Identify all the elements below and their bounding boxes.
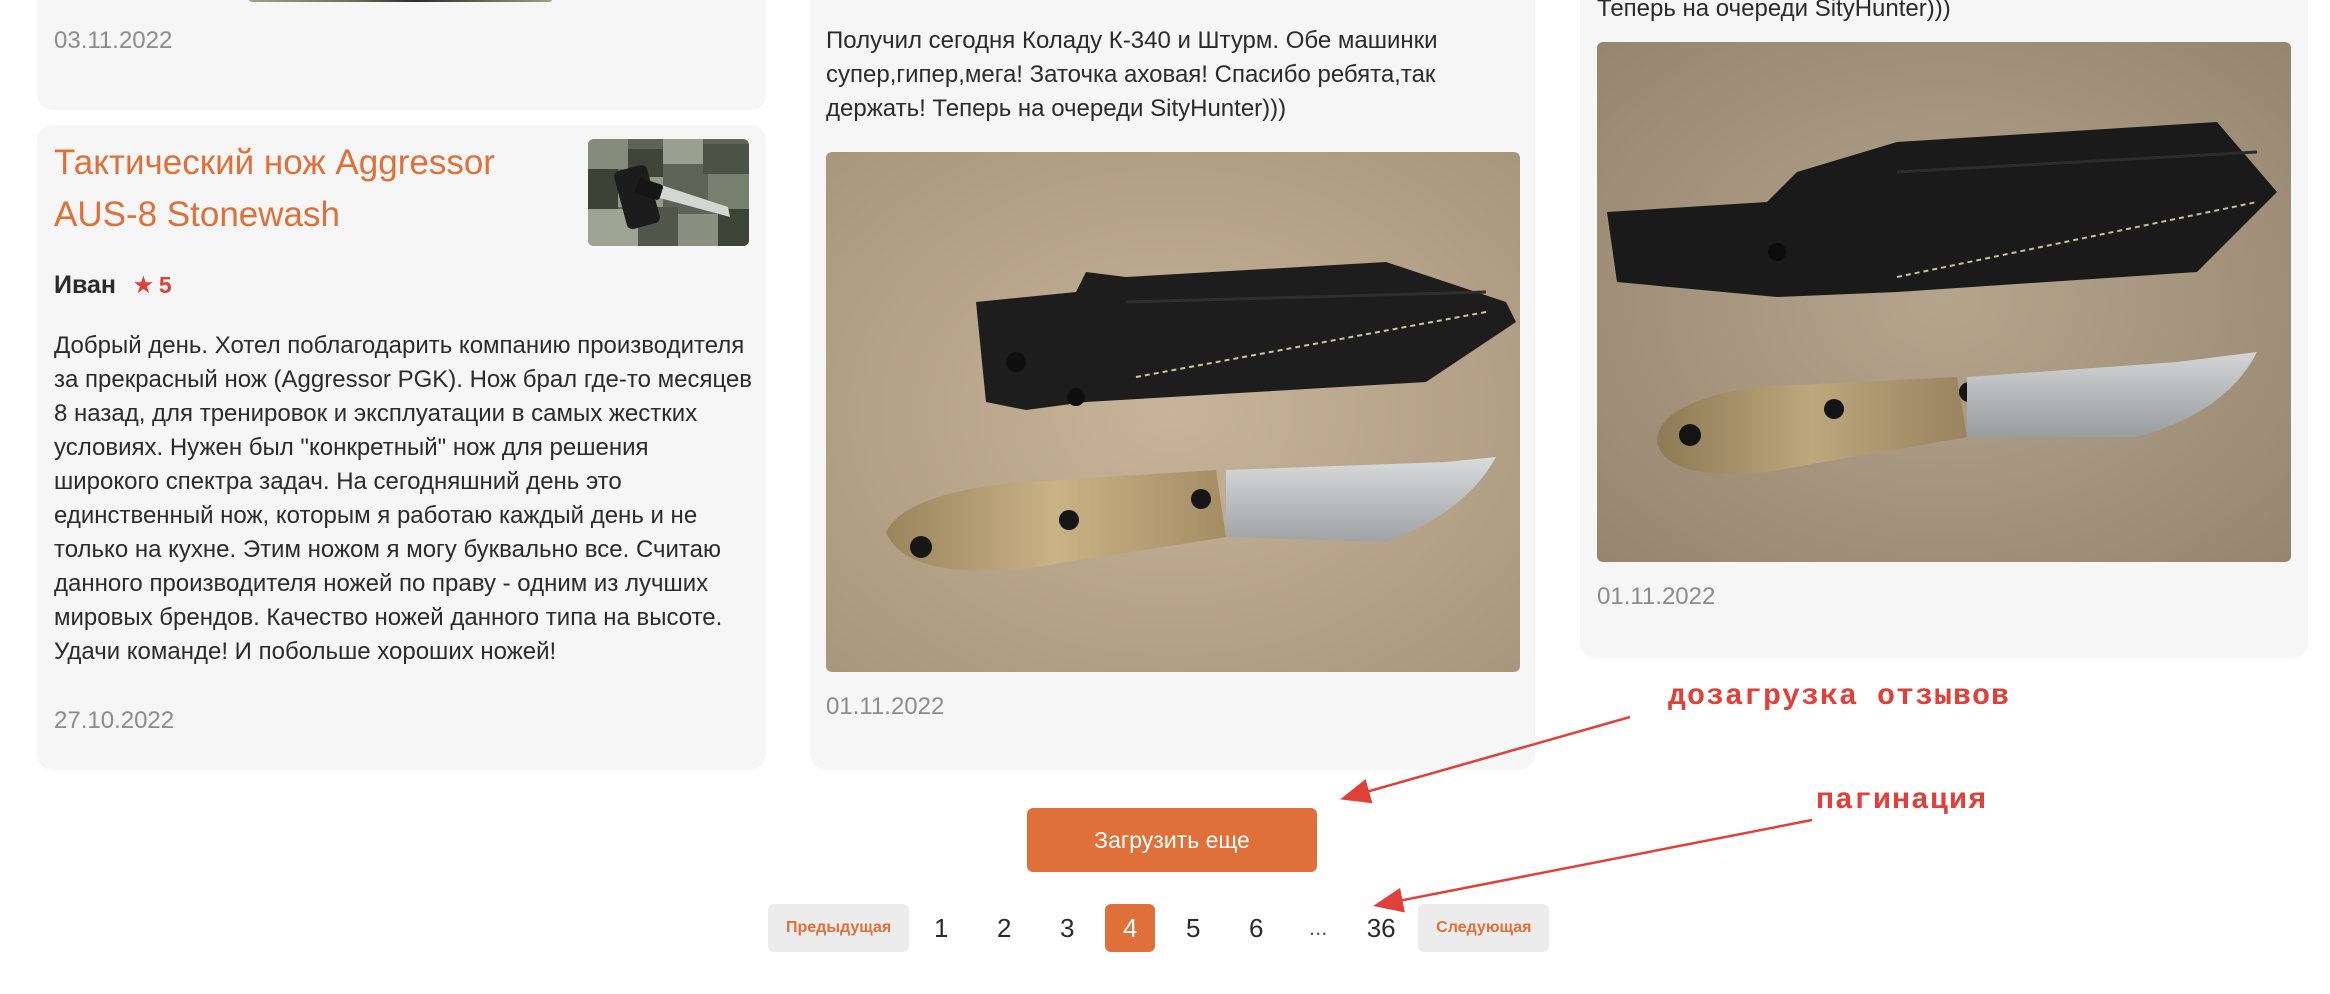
arrow-pagination-icon — [1373, 818, 1813, 913]
annotation-arrows — [1340, 715, 1813, 913]
reviews-page: 03.11.2022 Тактический нож Aggressor AUS… — [0, 0, 2330, 994]
arrow-load-more-icon — [1340, 715, 1631, 804]
